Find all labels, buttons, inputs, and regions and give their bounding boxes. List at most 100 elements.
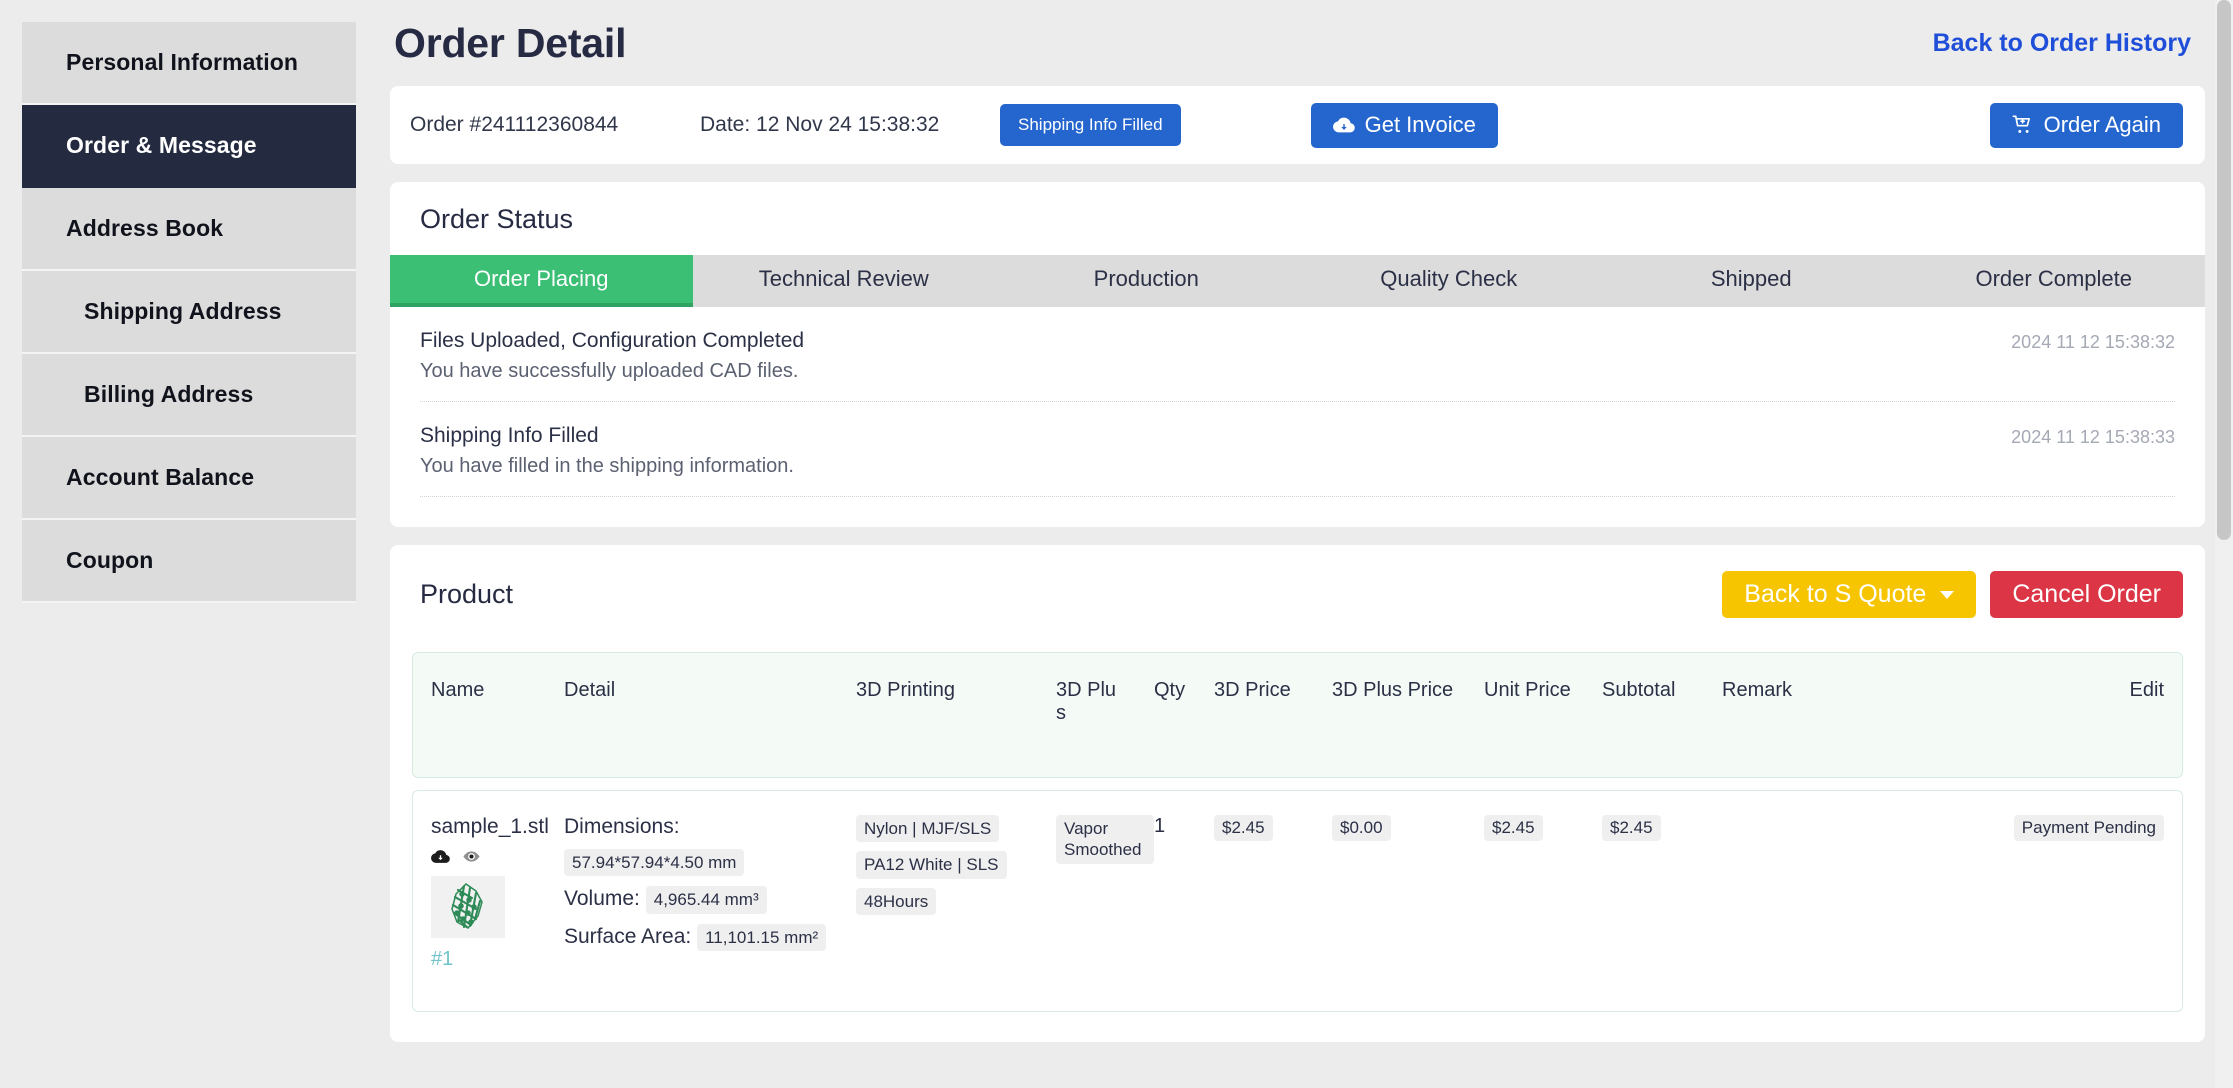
step-label: Order Placing <box>473 266 609 291</box>
sidebar: Personal Information Order & Message Add… <box>0 0 356 603</box>
table-row: sample_1.stl #1 Dimensions: 57.94*57.94*… <box>412 790 2183 1012</box>
step-label: Order Complete <box>1975 266 2132 291</box>
model-thumbnail[interactable] <box>431 876 505 938</box>
col-subtotal: Subtotal <box>1602 652 1722 778</box>
cell-3d-plus-price: $0.00 <box>1332 790 1484 1012</box>
step-technical-review[interactable]: Technical Review <box>692 255 995 307</box>
order-status-title: Order Status <box>420 204 574 234</box>
step-order-complete[interactable]: Order Complete <box>1902 255 2205 307</box>
col-3d-plus: 3D Plu s <box>1056 652 1154 778</box>
product-title: Product <box>420 579 514 609</box>
table-header-row: Name Detail 3D Printing 3D Plu s Qty 3D … <box>412 652 2183 778</box>
main-content: Order Detail Back to Order History Order… <box>356 0 2233 1042</box>
payment-status-badge: Payment Pending <box>2013 815 2164 841</box>
printing-tag: 48Hours <box>856 887 937 915</box>
product-table-head: Name Detail 3D Printing 3D Plu s Qty 3D … <box>412 652 2183 778</box>
cancel-order-button[interactable]: Cancel Order <box>1990 571 2183 618</box>
sidebar-item-label: Address Book <box>66 215 224 241</box>
cell-unit-price: $2.45 <box>1484 790 1602 1012</box>
order-date: Date: 12 Nov 24 15:38:32 <box>700 113 940 136</box>
sidebar-item-account-balance[interactable]: Account Balance <box>22 437 356 520</box>
unit-price: $2.45 <box>1484 815 1543 841</box>
step-label: Technical Review <box>758 266 929 291</box>
get-invoice-button[interactable]: Get Invoice <box>1310 102 1498 148</box>
volume-value: 4,965.44 mm³ <box>645 886 767 914</box>
col-edit: Edit <box>1932 652 2183 778</box>
printing-tag: PA12 White | SLS <box>856 851 1007 879</box>
subtotal: $2.45 <box>1602 815 1661 841</box>
status-log-desc: You have successfully uploaded CAD files… <box>420 360 799 382</box>
cell-remark <box>1722 790 1932 1012</box>
step-production[interactable]: Production <box>995 255 1298 307</box>
order-status-steps: Order Placing Technical Review Productio… <box>390 255 2205 307</box>
sidebar-item-label: Order & Message <box>66 132 257 158</box>
col-qty: Qty <box>1154 652 1214 778</box>
page-header: Order Detail Back to Order History <box>390 0 2205 86</box>
step-order-placing[interactable]: Order Placing <box>390 255 693 307</box>
dimensions-value: 57.94*57.94*4.50 mm <box>564 849 745 877</box>
page-scrollbar-track[interactable] <box>2215 0 2233 1088</box>
col-unit-price: Unit Price <box>1484 652 1602 778</box>
plus-tag: Vapor Smoothed <box>1056 815 1154 864</box>
part-index-tag[interactable]: #1 <box>431 948 453 970</box>
status-log-desc: You have filled in the shipping informat… <box>420 455 794 477</box>
step-label: Production <box>1093 266 1199 291</box>
col-detail: Detail <box>564 652 856 778</box>
cloud-download-icon[interactable] <box>431 847 450 866</box>
order-again-label: Order Again <box>2043 112 2161 137</box>
product-header: Product Back to S Quote Cancel Order <box>412 545 2183 640</box>
step-shipped[interactable]: Shipped <box>1600 255 1903 307</box>
cell-qty: 1 <box>1154 790 1214 1012</box>
product-actions: Back to S Quote Cancel Order <box>1722 571 2183 618</box>
product-table: Name Detail 3D Printing 3D Plu s Qty 3D … <box>412 640 2183 1024</box>
volume-line: Volume: 4,965.44 mm³ <box>564 886 856 914</box>
status-log-entry: Files Uploaded, Configuration Completed … <box>420 307 2175 402</box>
cell-name: sample_1.stl #1 <box>412 790 564 1012</box>
col-name: Name <box>412 652 564 778</box>
sidebar-item-shipping-address[interactable]: Shipping Address <box>22 271 356 354</box>
surface-area-label: Surface Area: <box>564 924 692 948</box>
order-again-button[interactable]: Order Again <box>1989 102 2183 148</box>
col-remark[interactable]: Remark <box>1722 652 1932 778</box>
order-status-card: Order Status Order Placing Technical Rev… <box>390 182 2205 527</box>
cell-edit: Payment Pending <box>1932 790 2183 1012</box>
step-quality-check[interactable]: Quality Check <box>1297 255 1600 307</box>
sidebar-item-billing-address[interactable]: Billing Address <box>22 354 356 437</box>
sidebar-item-order-message[interactable]: Order & Message <box>22 105 356 188</box>
step-label: Shipped <box>1710 266 1792 291</box>
product-table-body: sample_1.stl #1 Dimensions: 57.94*57.94*… <box>412 790 2183 1012</box>
get-invoice-label: Get Invoice <box>1364 112 1476 137</box>
status-log-entry: Shipping Info Filled You have filled in … <box>420 402 2175 497</box>
sidebar-item-label: Personal Information <box>66 49 299 75</box>
surface-area-value: 11,101.15 mm² <box>697 923 827 951</box>
back-to-s-quote-button[interactable]: Back to S Quote <box>1722 571 1977 618</box>
dimensions-label: Dimensions: <box>564 815 680 838</box>
status-log-text: Shipping Info Filled You have filled in … <box>420 424 794 478</box>
order-summary-bar: Order #241112360844 Date: 12 Nov 24 15:3… <box>390 86 2205 164</box>
sidebar-item-coupon[interactable]: Coupon <box>22 520 356 603</box>
surface-area-line: Surface Area: 11,101.15 mm² <box>564 923 856 951</box>
order-number: Order #241112360844 <box>410 113 619 136</box>
back-to-order-history-link[interactable]: Back to Order History <box>1933 29 2191 58</box>
shipping-status-button[interactable]: Shipping Info Filled <box>1000 104 1181 146</box>
step-label: Quality Check <box>1380 266 1518 291</box>
sidebar-item-label: Shipping Address <box>84 298 282 324</box>
eye-icon[interactable] <box>462 847 481 866</box>
status-log-time: 2024 11 12 15:38:33 <box>2011 427 2175 447</box>
dimensions-value-line: 57.94*57.94*4.50 mm <box>564 849 856 877</box>
order-detail-page: Personal Information Order & Message Add… <box>0 0 2233 1088</box>
product-card: Product Back to S Quote Cancel Order Nam… <box>390 545 2205 1042</box>
cart-plus-icon <box>2012 114 2034 136</box>
printing-tag: Nylon | MJF/SLS <box>856 815 1000 843</box>
page-scrollbar-thumb[interactable] <box>2217 0 2231 540</box>
sidebar-item-label: Account Balance <box>66 464 255 490</box>
cell-3d-plus: Vapor Smoothed <box>1056 790 1154 1012</box>
sidebar-item-label: Billing Address <box>84 381 254 407</box>
log-bottom-spacer <box>420 497 2175 527</box>
sidebar-item-address-book[interactable]: Address Book <box>22 188 356 271</box>
cloud-download-icon <box>1332 114 1355 136</box>
sidebar-item-personal-information[interactable]: Personal Information <box>22 22 356 105</box>
col-3d-plus-price: 3D Plus Price <box>1332 652 1484 778</box>
sidebar-item-label: Coupon <box>66 547 154 573</box>
order-status-log: Files Uploaded, Configuration Completed … <box>390 307 2205 527</box>
